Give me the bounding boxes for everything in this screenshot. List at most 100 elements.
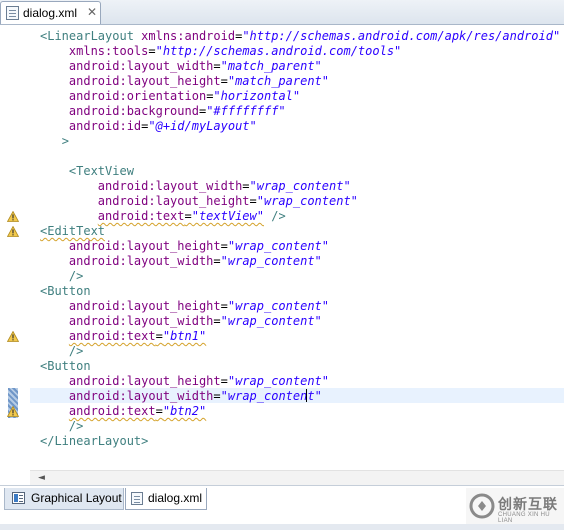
code-token: "wrap_content" — [256, 194, 358, 208]
code-line[interactable]: android:orientation="horizontal" — [40, 89, 560, 104]
code-token: = — [148, 44, 156, 58]
code-token: /> — [68, 344, 84, 358]
code-token: android:orientation — [68, 89, 207, 103]
code-token: "wrap_content" — [227, 374, 330, 388]
code-line[interactable]: <Button — [40, 359, 560, 374]
warning-icon[interactable] — [7, 226, 19, 237]
code-token: "wrap_conten — [220, 389, 308, 403]
code-line[interactable]: android:text="textView" /> — [40, 209, 560, 224]
code-token: android:layout_width — [68, 254, 214, 268]
code-token: "horizontal" — [213, 89, 301, 103]
code-line[interactable]: android:layout_height="wrap_content" — [40, 194, 560, 209]
code-token: "btn2" — [162, 404, 207, 418]
code-token: t" — [307, 389, 322, 403]
code-token: <Button — [40, 359, 91, 373]
tab-label: Graphical Layout — [31, 491, 122, 505]
code-token: = — [213, 254, 221, 268]
code-token: = — [220, 374, 228, 388]
code-line[interactable]: <EditText — [40, 224, 560, 239]
code-line[interactable]: android:layout_height="wrap_content" — [40, 374, 560, 389]
scroll-left-arrow-icon[interactable]: ◄ — [38, 473, 45, 483]
code-line[interactable]: android:text="btn1" — [40, 329, 560, 344]
editor-gutter — [0, 25, 30, 470]
code-token: EditText — [47, 224, 106, 238]
code-token: android:layout_height — [97, 194, 250, 208]
code-token: "wrap_content" — [249, 179, 351, 193]
code-line[interactable]: android:layout_width="wrap_content" — [40, 389, 560, 404]
code-token: "wrap_content" — [227, 239, 330, 253]
code-line[interactable]: /> — [40, 269, 560, 284]
warning-icon[interactable] — [7, 331, 19, 342]
watermark-text: 创新互联 — [498, 497, 558, 513]
code-token: "http://schemas.android.com/apk/res/andr… — [242, 29, 561, 43]
code-line[interactable]: android:layout_width="match_parent" — [40, 59, 560, 74]
code-token: = — [242, 179, 250, 193]
code-line[interactable] — [40, 149, 560, 164]
code-line[interactable]: android:text="btn2" — [40, 404, 560, 419]
code-line[interactable]: /> — [40, 344, 560, 359]
code-line[interactable]: android:background="#ffffffff" — [40, 104, 560, 119]
xml-file-icon — [131, 492, 143, 505]
code-line[interactable]: <TextView — [40, 164, 560, 179]
code-token: "match_parent" — [220, 59, 322, 73]
code-line[interactable]: android:layout_width="wrap_content" — [40, 179, 560, 194]
code-token: = — [220, 74, 228, 88]
code-token: "#ffffffff" — [206, 104, 286, 118]
code-line[interactable]: <Button — [40, 284, 560, 299]
graphical-layout-icon — [12, 492, 25, 504]
code-token: android:layout_width — [68, 59, 214, 73]
code-text[interactable]: <LinearLayout xmlns:android="http://sche… — [40, 29, 560, 449]
code-editor[interactable]: <LinearLayout xmlns:android="http://sche… — [0, 25, 564, 470]
warning-icon[interactable] — [7, 406, 19, 417]
code-line[interactable]: android:layout_height="match_parent" — [40, 74, 560, 89]
code-token: = — [213, 389, 221, 403]
code-token: = — [155, 329, 163, 343]
code-token: android:text — [68, 329, 156, 343]
code-line[interactable]: <LinearLayout xmlns:android="http://sche… — [40, 29, 560, 44]
horizontal-scrollbar[interactable]: ◄ — [30, 470, 564, 485]
code-token: "match_parent" — [227, 74, 330, 88]
code-token: android:layout_width — [97, 179, 243, 193]
code-line[interactable]: android:layout_height="wrap_content" — [40, 299, 560, 314]
code-line[interactable]: android:id="@+id/myLayout" — [40, 119, 560, 134]
code-token: = — [213, 314, 221, 328]
code-line[interactable]: xmlns:tools="http://schemas.android.com/… — [40, 44, 560, 59]
close-icon[interactable]: ✕ — [87, 5, 97, 19]
code-token: = — [249, 194, 257, 208]
code-token: "textView" — [191, 209, 264, 223]
code-line[interactable]: android:layout_width="wrap_content" — [40, 314, 560, 329]
tab-dialog-xml-source[interactable]: dialog.xml — [125, 488, 207, 510]
code-token: <LinearLayout — [40, 29, 142, 43]
watermark-subtext: CHUANG XIN HU LIAN — [498, 512, 550, 524]
code-token: = — [220, 239, 228, 253]
code-line[interactable]: </LinearLayout> — [40, 434, 560, 449]
code-line[interactable]: /> — [40, 419, 560, 434]
code-line[interactable]: android:layout_height="wrap_content" — [40, 239, 560, 254]
warning-icon[interactable] — [7, 211, 19, 222]
tab-graphical-layout[interactable]: Graphical Layout — [4, 488, 124, 510]
tab-dialog-xml[interactable]: dialog.xml ✕ — [0, 1, 101, 24]
code-line[interactable]: android:layout_width="wrap_content" — [40, 254, 560, 269]
code-token: android:layout_width — [68, 314, 214, 328]
code-token: </LinearLayout> — [40, 434, 149, 448]
code-line[interactable]: > — [40, 134, 560, 149]
code-token: = — [155, 404, 163, 418]
code-token: android:layout_height — [68, 299, 221, 313]
code-token: = — [184, 209, 192, 223]
code-token: xmlns:android — [141, 29, 236, 43]
code-token: /> — [68, 269, 84, 283]
